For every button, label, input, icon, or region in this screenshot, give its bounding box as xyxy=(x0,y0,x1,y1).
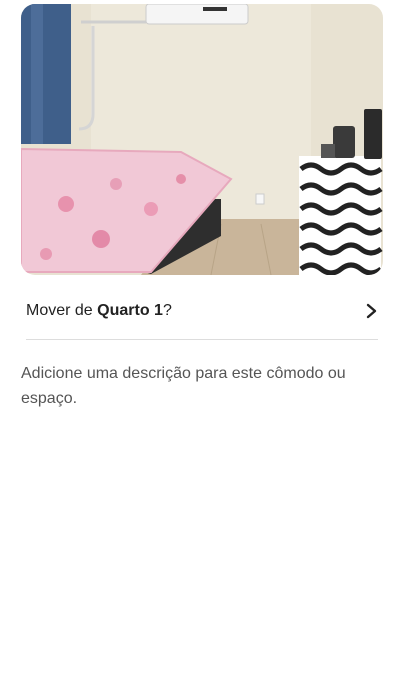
chevron-right-icon xyxy=(364,300,380,322)
description-input[interactable]: Adicione uma descrição para este cômodo … xyxy=(21,361,383,411)
room-name: Quarto 1 xyxy=(97,302,163,319)
divider xyxy=(26,339,378,340)
move-from-room-row[interactable]: Mover de Quarto 1? xyxy=(0,290,404,336)
move-from-room-label: Mover de Quarto 1? xyxy=(26,302,172,319)
room-photo xyxy=(21,4,383,275)
